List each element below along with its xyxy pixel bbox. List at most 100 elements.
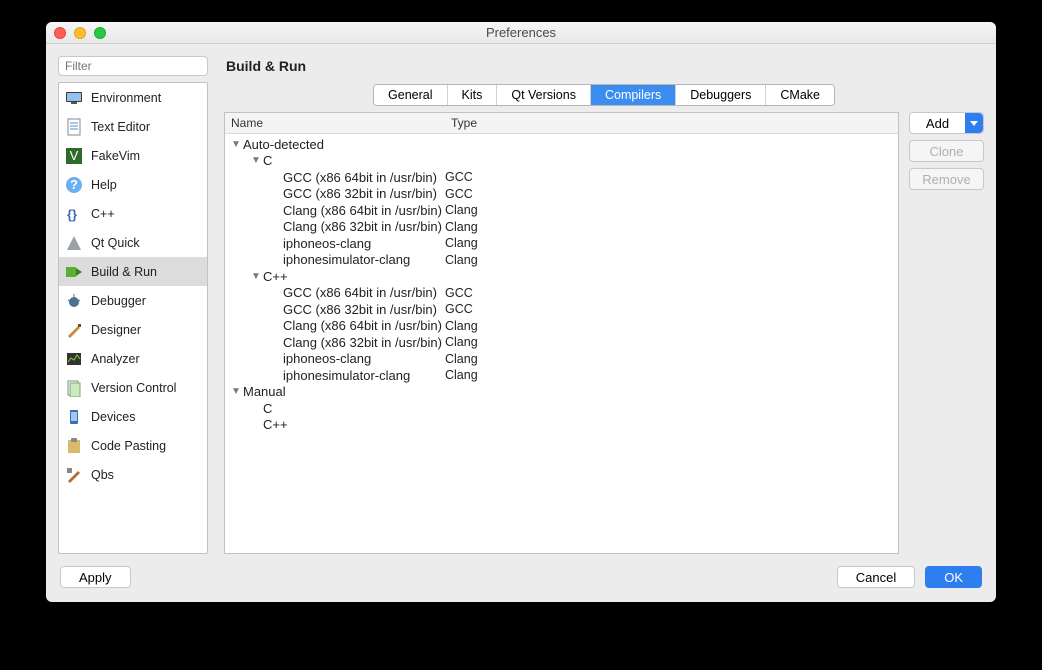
doc-icon	[65, 118, 83, 136]
table-row[interactable]: GCC (x86 64bit in /usr/bin)GCC	[225, 285, 898, 302]
category-sidebar: Environment Text Editor VFakeVim? Help {}C++…	[58, 82, 208, 554]
disclosure-triangle-icon[interactable]: ▼	[231, 139, 241, 150]
window-body: EnvironmentText EditorVFakeVim?Help{}C++…	[46, 44, 996, 602]
disclosure-triangle-icon[interactable]: ▼	[251, 155, 261, 166]
sidebar-item-qt-quick[interactable]: Qt Quick	[59, 228, 207, 257]
type-cell: GCC	[445, 286, 898, 300]
remove-button[interactable]: Remove	[909, 168, 984, 190]
paste-icon	[65, 437, 83, 455]
table-row[interactable]: iphonesimulator-clangClang	[225, 367, 898, 384]
type-cell: Clang	[445, 220, 898, 234]
svg-text:?: ?	[70, 177, 78, 192]
table-row[interactable]: iphoneos-clang Clang	[225, 351, 898, 368]
sidebar-item-label: Analyzer	[91, 352, 140, 366]
tab-qt-versions[interactable]: Qt Versions	[497, 85, 591, 105]
table-header: Name Type	[225, 113, 898, 134]
cancel-button[interactable]: Cancel	[837, 566, 915, 588]
sidebar-item-code-pasting[interactable]: Code Pasting	[59, 431, 207, 460]
sidebar-item-designer[interactable]: Designer	[59, 315, 207, 344]
sidebar-item-analyzer[interactable]: Analyzer	[59, 344, 207, 373]
svg-text:V: V	[70, 148, 79, 163]
table-body: ▼Auto-detected▼CGCC (x86 64bit in /usr/b…	[225, 134, 898, 553]
svg-text:{}: {}	[67, 207, 77, 222]
tree-group[interactable]: ▼C	[225, 153, 898, 170]
compilers-table: Name Type ▼Auto-detected▼CGCC (x86 64bit…	[224, 112, 899, 554]
window-title: Preferences	[46, 25, 996, 40]
sidebar-item-label: Environment	[91, 91, 161, 105]
sidebar-item-label: Help	[91, 178, 117, 192]
tab-compilers[interactable]: Compilers	[591, 85, 676, 105]
sidebar-item-qbs[interactable]: Qbs	[59, 460, 207, 489]
table-row[interactable]: iphonesimulator-clangClang	[225, 252, 898, 269]
sidebar-item-label: Devices	[91, 410, 135, 424]
name-cell: C++	[263, 269, 288, 284]
name-cell: Clang (x86 32bit in /usr/bin)	[283, 335, 442, 350]
sidebar-item-environment[interactable]: Environment	[59, 83, 207, 112]
table-row[interactable]: GCC (x86 32bit in /usr/bin)GCC	[225, 186, 898, 203]
tree-group[interactable]: ▼Manual	[225, 384, 898, 401]
table-row[interactable]: Clang (x86 32bit in /usr/bin)Clang	[225, 334, 898, 351]
name-cell: iphoneos-clang	[283, 236, 371, 251]
buildrun-icon	[65, 263, 83, 281]
tab-cmake[interactable]: CMake	[766, 85, 834, 105]
type-cell: Clang	[445, 335, 898, 349]
help-icon: ?	[65, 176, 83, 194]
sidebar-item-c-[interactable]: {}C++	[59, 199, 207, 228]
sidebar-item-build-run[interactable]: Build & Run	[59, 257, 207, 286]
tab-general[interactable]: General	[374, 85, 447, 105]
column-name[interactable]: Name	[225, 113, 445, 133]
devices-icon	[65, 408, 83, 426]
table-row[interactable]: C++	[225, 417, 898, 434]
add-button[interactable]: Add	[909, 112, 984, 134]
sidebar-item-label: Text Editor	[91, 120, 150, 134]
sidebar-item-fakevim[interactable]: VFakeVim	[59, 141, 207, 170]
name-cell: iphonesimulator-clang	[283, 252, 410, 267]
name-cell: Clang (x86 64bit in /usr/bin)	[283, 203, 442, 218]
sidebar-item-label: Version Control	[91, 381, 176, 395]
table-row[interactable]: Clang (x86 64bit in /usr/bin)Clang	[225, 318, 898, 335]
name-cell: C	[263, 401, 272, 416]
name-cell: GCC (x86 32bit in /usr/bin)	[283, 302, 437, 317]
type-cell: Clang	[445, 352, 898, 366]
type-cell: Clang	[445, 319, 898, 333]
sidebar-item-debugger[interactable]: Debugger	[59, 286, 207, 315]
table-row[interactable]: Clang (x86 32bit in /usr/bin)Clang	[225, 219, 898, 236]
table-row[interactable]: iphoneos-clangClang	[225, 235, 898, 252]
chevron-down-icon[interactable]	[965, 113, 983, 133]
tree-group[interactable]: ▼Auto-detected	[225, 136, 898, 153]
disclosure-triangle-icon[interactable]: ▼	[251, 271, 261, 282]
page-title: Build & Run	[224, 56, 984, 84]
name-cell: GCC (x86 64bit in /usr/bin)	[283, 170, 437, 185]
sidebar-item-label: Code Pasting	[91, 439, 166, 453]
sidebar-item-text-editor[interactable]: Text Editor	[59, 112, 207, 141]
tab-debuggers[interactable]: Debuggers	[676, 85, 766, 105]
bug-icon	[65, 292, 83, 310]
name-cell: Manual	[243, 384, 286, 399]
name-cell: C	[263, 153, 272, 168]
table-row[interactable]: GCC (x86 32bit in /usr/bin)GCC	[225, 301, 898, 318]
monitor-icon	[65, 89, 83, 107]
tab-kits[interactable]: Kits	[448, 85, 498, 105]
fakevim-icon: V	[65, 147, 83, 165]
name-cell: GCC (x86 32bit in /usr/bin)	[283, 186, 437, 201]
ok-button[interactable]: OK	[925, 566, 982, 588]
filter-input[interactable]	[58, 56, 208, 76]
tree-group[interactable]: ▼C++	[225, 268, 898, 285]
table-row[interactable]: GCC (x86 64bit in /usr/bin)GCC	[225, 169, 898, 186]
name-cell: Clang (x86 32bit in /usr/bin)	[283, 219, 442, 234]
tab-bar: GeneralKitsQt VersionsCompilersDebuggers…	[373, 84, 835, 106]
qtquick-icon	[65, 234, 83, 252]
preferences-window: Preferences Environment Text Editor VFakeV…	[46, 22, 996, 602]
table-row[interactable]: C	[225, 400, 898, 417]
apply-button[interactable]: Apply	[60, 566, 131, 588]
table-row[interactable]: Clang (x86 64bit in /usr/bin)Clang	[225, 202, 898, 219]
sidebar-item-label: Designer	[91, 323, 141, 337]
sidebar-item-help[interactable]: ? Help	[59, 170, 207, 199]
sidebar-item-version-control[interactable]: Version Control	[59, 373, 207, 402]
sidebar-item-devices[interactable]: Devices	[59, 402, 207, 431]
disclosure-triangle-icon[interactable]: ▼	[231, 386, 241, 397]
name-cell: iphoneos-clang	[283, 351, 371, 366]
vcs-icon	[65, 379, 83, 397]
clone-button[interactable]: Clone	[909, 140, 984, 162]
column-type[interactable]: Type	[445, 113, 898, 133]
